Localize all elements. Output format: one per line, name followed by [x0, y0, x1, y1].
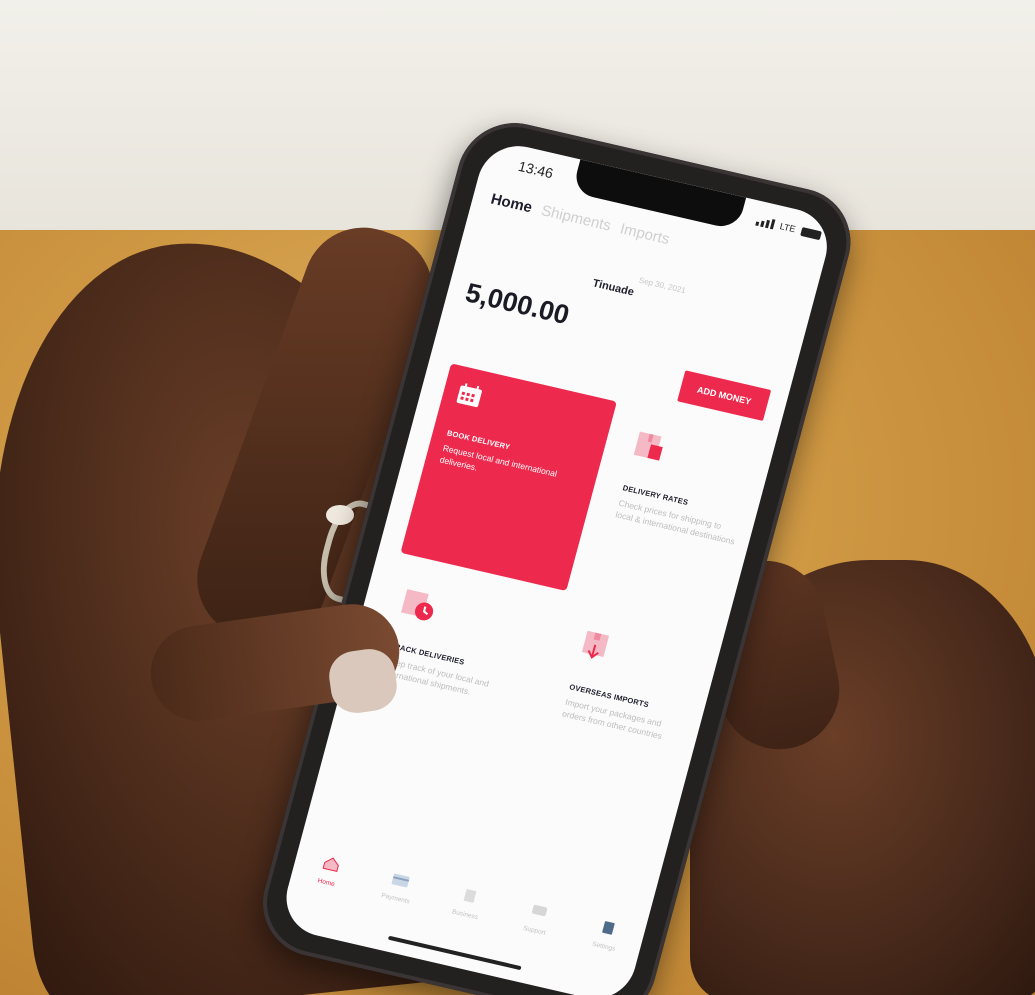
- import-box-icon: [581, 630, 610, 659]
- nav-label: Support: [522, 924, 547, 937]
- package-tag-icon: [633, 431, 663, 461]
- nav-label: Payments: [380, 892, 411, 906]
- calendar-icon: [456, 383, 482, 408]
- battery-icon: [800, 226, 822, 240]
- nav-home[interactable]: Home: [287, 845, 364, 926]
- clock-package-icon: [401, 589, 434, 621]
- photo-background: 13:46 LTE Home Shipments Imports Sep 30,…: [0, 0, 1035, 995]
- nav-payments[interactable]: Payments: [357, 861, 434, 942]
- tab-imports[interactable]: Imports: [618, 220, 671, 248]
- card-icon: [391, 873, 410, 888]
- nav-label: Business: [451, 908, 479, 922]
- book-delivery-card[interactable]: BOOK DELIVERY Request local and internat…: [400, 363, 617, 591]
- ring-stone: [326, 505, 354, 525]
- overseas-imports-card[interactable]: OVERSEAS IMPORTS Import your packages an…: [533, 604, 713, 800]
- nav-business[interactable]: Business: [426, 877, 503, 958]
- building-icon: [463, 889, 477, 903]
- network-label: LTE: [778, 221, 797, 235]
- chat-icon: [532, 904, 548, 917]
- user-name: Tinuade: [591, 277, 636, 299]
- wallet-balance: 5,000.00: [462, 277, 573, 331]
- add-money-button[interactable]: ADD MONEY: [677, 370, 772, 421]
- home-icon: [322, 857, 339, 872]
- nav-label: Home: [316, 877, 336, 889]
- date-label: Sep 30, 2021: [637, 275, 687, 296]
- status-time: 13:46: [516, 157, 555, 182]
- settings-icon: [602, 921, 615, 935]
- signal-icon: [755, 216, 776, 230]
- nav-settings[interactable]: Settings: [565, 909, 642, 990]
- nav-support[interactable]: Support: [495, 893, 572, 974]
- nav-label: Settings: [591, 940, 617, 953]
- status-indicators: LTE: [755, 216, 822, 240]
- tab-shipments[interactable]: Shipments: [539, 202, 613, 234]
- tab-home[interactable]: Home: [489, 191, 534, 217]
